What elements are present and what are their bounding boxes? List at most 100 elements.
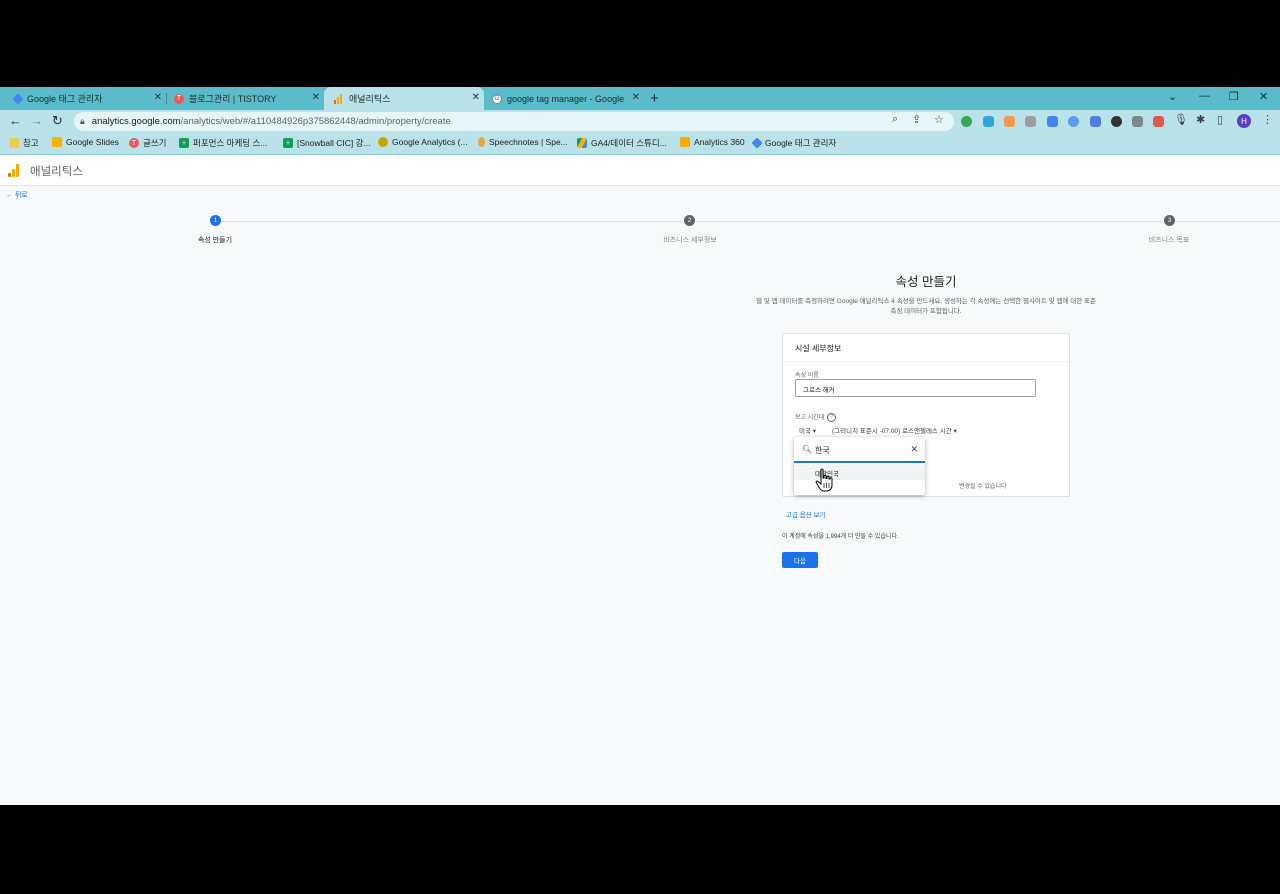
hand-cursor-icon: [815, 468, 833, 492]
page-description: 웹 및 앱 데이터를 측정하려면 Google 애널리틱스 4 속성을 만드세요…: [726, 297, 1126, 316]
tistory-icon: T: [129, 138, 139, 148]
page-title: 속성 만들기: [895, 275, 957, 289]
back-label: 뒤로: [14, 192, 28, 199]
timezone-value: (그리니치 표준시 -07:00) 로스앤젤레스 시간: [832, 428, 952, 435]
google-icon: G: [492, 93, 502, 104]
help-icon[interactable]: ?: [827, 412, 837, 422]
minimize-icon[interactable]: —: [1199, 90, 1210, 102]
clear-icon[interactable]: ✕: [910, 444, 918, 455]
tab-search-icon[interactable]: ⌄: [1168, 90, 1177, 103]
close-icon[interactable]: ✕: [472, 92, 480, 103]
bookmark-item[interactable]: Google Analytics (...: [378, 137, 468, 147]
close-icon[interactable]: ✕: [154, 92, 162, 103]
extension-icon[interactable]: [1153, 116, 1164, 127]
drive-icon: [577, 138, 587, 148]
country-select[interactable]: 미국 ▾: [799, 425, 816, 435]
property-quota-text: 이 계정에 속성을 1,994개 더 만들 수 있습니다.: [782, 534, 899, 540]
close-icon[interactable]: ✕: [312, 92, 320, 103]
timezone-label: 보고 시간대: [795, 415, 825, 421]
timezone-select[interactable]: (그리니치 표준시 -07:00) 로스앤젤레스 시간 ▾: [832, 425, 957, 435]
card-title: 시설 세부정보: [795, 344, 842, 353]
bookmark-label: Google Analytics (...: [392, 137, 468, 147]
tab-tistory[interactable]: T 블로그관리 | TISTORY ✕: [166, 87, 324, 110]
extension-icon[interactable]: [983, 116, 994, 127]
url-host: analytics.google.com: [91, 116, 181, 127]
sheet-plus-icon: +: [283, 138, 293, 148]
card-note: 변경될 수 있습니다: [959, 484, 1007, 490]
bookmark-item[interactable]: T 글쓰기: [129, 137, 166, 149]
zoom-icon[interactable]: ⌕: [892, 113, 898, 126]
avatar[interactable]: H: [1237, 114, 1251, 128]
description-line: 웹 및 앱 데이터를 측정하려면 Google 애널리틱스 4 속성을 만드세요…: [756, 298, 1096, 305]
bookmark-label: Google 태그 관리자: [765, 138, 837, 148]
bookmark-item[interactable]: GA4/데이터 스튜디...: [577, 137, 667, 149]
gtm-icon: [751, 137, 763, 149]
country-value: 미국: [799, 428, 811, 435]
tistory-icon: T: [174, 93, 184, 104]
search-icon: 🔍︎: [802, 445, 813, 454]
address-bar[interactable]: 🔒︎ analytics.google.com /analytics/web/#…: [74, 112, 954, 131]
bookmark-item[interactable]: Google Slides: [52, 137, 119, 147]
back-link[interactable]: ← 뒤로: [6, 190, 28, 200]
bookmark-label: GA4/데이터 스튜디...: [591, 138, 667, 148]
extension-icon[interactable]: [1004, 116, 1015, 127]
bookmark-item[interactable]: 참고: [9, 137, 39, 149]
bookmark-label: 참고: [23, 138, 39, 148]
property-name-input[interactable]: 그로스 해커: [795, 379, 1036, 397]
screen: Google 태그 관리자 ✕ T 블로그관리 | TISTORY ✕ 애널리틱…: [0, 87, 1280, 805]
analytics-icon: [334, 93, 344, 104]
country-search-field[interactable]: 🔍︎ 한국 ✕: [794, 437, 925, 463]
extension-icon[interactable]: [1047, 116, 1058, 127]
description-line: 측정 데이터가 포함됩니다.: [890, 307, 962, 315]
menu-kebab-icon[interactable]: ⋮: [1262, 113, 1273, 126]
side-panel-icon[interactable]: ▯: [1217, 113, 1223, 126]
bookmark-item[interactable]: + 퍼포먼스 마케팅 스...: [179, 137, 267, 149]
new-tab-button[interactable]: +: [650, 90, 659, 107]
country-dropdown: 🔍︎ 한국 ✕ 대한민국: [794, 437, 925, 495]
bookmark-star-icon[interactable]: ☆: [934, 113, 944, 126]
bookmark-item[interactable]: Google 태그 관리자: [751, 137, 837, 149]
bookmark-label: [Snowball CIC] 강...: [297, 138, 371, 148]
window-close-icon[interactable]: ✕: [1259, 90, 1268, 103]
reload-icon[interactable]: ↻: [52, 113, 63, 129]
step-1-label: 속성 만들기: [197, 237, 233, 244]
extension-icon[interactable]: [1090, 116, 1101, 127]
share-icon[interactable]: ⇪: [912, 113, 921, 126]
browser-tab-strip: Google 태그 관리자 ✕ T 블로그관리 | TISTORY ✕ 애널리틱…: [0, 87, 1280, 110]
card-divider: [783, 361, 1069, 362]
bookmark-item[interactable]: Speechnotes | Spe...: [478, 137, 568, 147]
bookmark-item[interactable]: + [Snowball CIC] 강...: [283, 137, 370, 149]
extension-icon[interactable]: [1068, 116, 1079, 127]
extension-icon[interactable]: [1025, 116, 1036, 127]
advanced-options-link[interactable]: 고급 옵션 보기: [786, 509, 826, 519]
extension-icon[interactable]: [961, 116, 972, 127]
app-title: 애널리틱스: [30, 166, 83, 178]
url-path: /analytics/web/#/a110484926p375862448/ad…: [180, 116, 451, 127]
app-header: 애널리틱스: [0, 155, 1280, 186]
country-option[interactable]: 대한민국: [794, 465, 925, 480]
gtm-icon: [12, 92, 24, 105]
extension-icon[interactable]: [1132, 116, 1143, 127]
slides-icon: [52, 137, 62, 147]
puzzle-icon[interactable]: ✱: [1196, 113, 1205, 126]
back-arrow-icon[interactable]: ←: [9, 113, 22, 128]
folder-icon: [9, 138, 19, 148]
close-icon[interactable]: ✕: [632, 92, 640, 103]
country-search-input[interactable]: 한국: [815, 445, 830, 456]
bookmark-label: Analytics 360: [694, 137, 745, 147]
microphone-icon[interactable]: 🎙︎: [1174, 113, 1188, 126]
restore-icon[interactable]: ❐: [1229, 90, 1239, 103]
tab-title: 블로그관리 | TISTORY: [189, 94, 277, 104]
step-2-indicator: 2: [684, 215, 695, 226]
sheet-plus-icon: +: [179, 138, 189, 148]
step-connector: [696, 221, 1163, 222]
tab-analytics[interactable]: 애널리틱스 ✕: [324, 87, 484, 110]
forward-arrow-icon[interactable]: →: [30, 113, 43, 128]
step-3-indicator: 3: [1164, 215, 1175, 226]
tab-google-search[interactable]: G google tag manager - Google ✕: [484, 87, 644, 110]
next-button[interactable]: 다음: [782, 552, 818, 568]
lock-icon: 🔒︎: [80, 116, 85, 126]
tab-gtm[interactable]: Google 태그 관리자 ✕: [0, 87, 167, 110]
bookmark-item[interactable]: Analytics 360: [680, 137, 745, 147]
extension-icon[interactable]: [1111, 116, 1122, 127]
